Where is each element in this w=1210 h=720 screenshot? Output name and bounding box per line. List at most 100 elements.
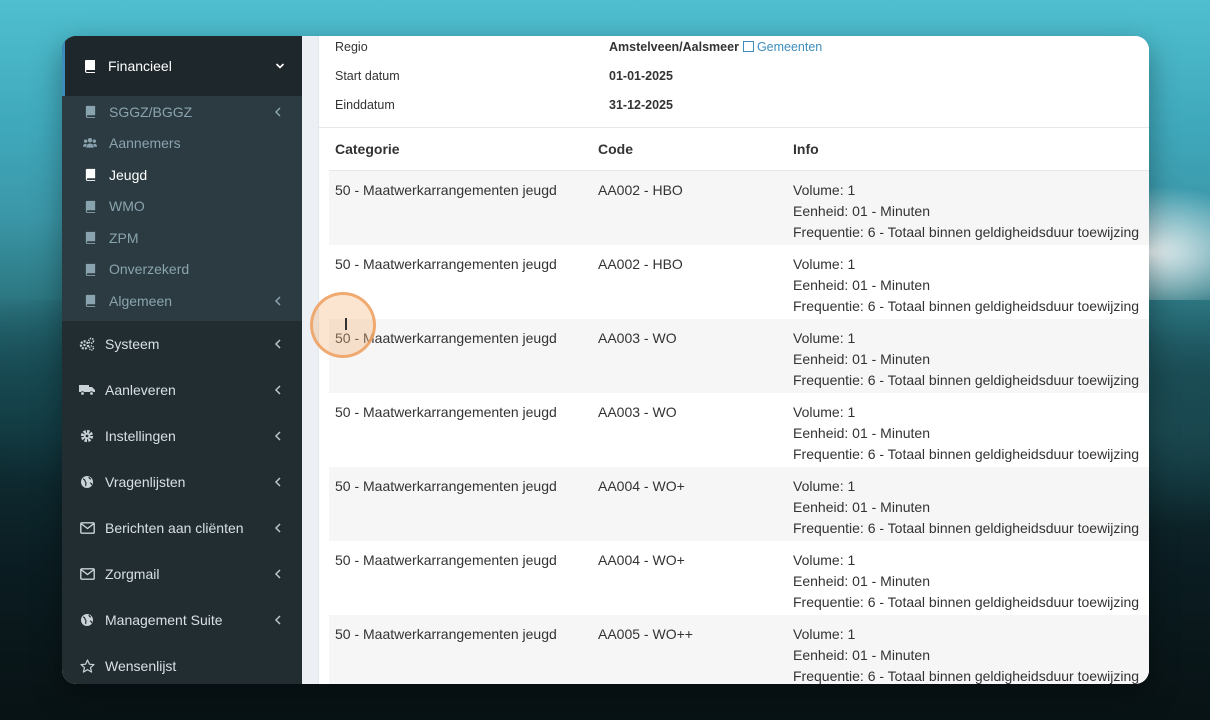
cell-code: AA003 - WO [598, 404, 677, 420]
main-content: Regio Amstelveen/Aalsmeer Gemeenten Star… [302, 36, 1149, 684]
meta-value: 01-01-2025 [609, 68, 673, 83]
cell-info: Volume: 1 Eenheid: 01 - Minuten Frequent… [787, 245, 1149, 319]
info-frequentie: Frequentie: 6 - Totaal binnen geldigheid… [793, 224, 1140, 240]
info-frequentie: Frequentie: 6 - Totaal binnen geldigheid… [793, 446, 1140, 462]
info-eenheid: Eenheid: 01 - Minuten [793, 647, 930, 663]
meta-label: Einddatum [335, 97, 395, 112]
subitem-onverzekerd[interactable]: Onverzekerd [62, 254, 302, 286]
sidebar-item-zorgmail[interactable]: Zorgmail [62, 551, 302, 597]
gemeenten-link[interactable]: Gemeenten [742, 40, 822, 54]
truck-icon [79, 384, 95, 396]
info-frequentie: Frequentie: 6 - Totaal binnen geldigheid… [793, 668, 1140, 684]
submenu-financieel: SGGZ/BGGZ Aannemers Jeugd WMO ZPM Onverz… [62, 96, 302, 321]
chevron-down-icon [275, 61, 285, 71]
book-icon [83, 231, 97, 245]
meta-label: Start datum [335, 68, 400, 83]
cell-info: Volume: 1 Eenheid: 01 - Minuten Frequent… [787, 467, 1149, 541]
chevron-left-icon [274, 296, 282, 306]
chevron-left-icon [274, 614, 282, 625]
cell-code: AA004 - WO+ [598, 552, 685, 568]
subitem-label: WMO [109, 198, 145, 215]
book-icon [83, 294, 97, 308]
table-row: 50 - Maatwerkarrangementen jeugd AA004 -… [329, 541, 1149, 615]
table-row: 50 - Maatwerkarrangementen jeugd AA004 -… [329, 467, 1149, 541]
sidebar-item-label: Berichten aan cliënten [105, 519, 244, 536]
subitem-label: Jeugd [109, 166, 148, 183]
info-volume: Volume: 1 [793, 552, 856, 568]
sidebar-item-label: Zorgmail [105, 565, 160, 582]
products-table: Categorie Code Info 50 - Maatwerkarrange… [329, 128, 1149, 684]
subitem-wmo[interactable]: WMO [62, 191, 302, 223]
subitem-jeugd[interactable]: Jeugd [62, 159, 302, 191]
chevron-left-icon [274, 430, 282, 441]
info-eenheid: Eenheid: 01 - Minuten [793, 277, 930, 293]
app-window: Financieel SGGZ/BGGZ Aannemers Jeugd WMO [62, 36, 1149, 684]
book-icon [83, 263, 97, 276]
globe-icon [79, 475, 95, 489]
subitem-aannemers[interactable]: Aannemers [62, 128, 302, 160]
sidebar-item-label: Aanleveren [105, 381, 176, 398]
cell-categorie: 50 - Maatwerkarrangementen jeugd [335, 552, 557, 568]
info-eenheid: Eenheid: 01 - Minuten [793, 499, 930, 515]
sidebar-item-wensenlijst[interactable]: Wensenlijst [62, 643, 302, 685]
sidebar-item-systeem[interactable]: Systeem [62, 321, 302, 367]
info-eenheid: Eenheid: 01 - Minuten [793, 425, 930, 441]
table-row: 50 - Maatwerkarrangementen jeugd AA002 -… [329, 170, 1149, 245]
subitem-zpm[interactable]: ZPM [62, 222, 302, 254]
cell-info: Volume: 1 Eenheid: 01 - Minuten Frequent… [787, 319, 1149, 393]
info-volume: Volume: 1 [793, 478, 856, 494]
cell-code: AA003 - WO [592, 319, 787, 393]
info-frequentie: Frequentie: 6 - Totaal binnen geldigheid… [793, 372, 1140, 388]
cell-code: AA002 - HBO [592, 170, 787, 245]
sidebar-item-management-suite[interactable]: Management Suite [62, 597, 302, 643]
users-icon [83, 137, 97, 149]
sidebar-section-financieel[interactable]: Financieel [62, 36, 302, 96]
cursor-highlight [310, 292, 376, 358]
info-eenheid: Eenheid: 01 - Minuten [793, 351, 930, 367]
info-eenheid: Eenheid: 01 - Minuten [793, 203, 930, 219]
envelope-icon [79, 567, 95, 580]
globe-icon [79, 613, 95, 627]
table-row: 50 - Maatwerkarrangementen jeugd AA005 -… [329, 615, 1149, 684]
column-header-categorie: Categorie [329, 128, 592, 171]
subitem-label: SGGZ/BGGZ [109, 103, 193, 120]
book-icon [83, 105, 97, 119]
sidebar-item-label: Vragenlijsten [105, 473, 186, 490]
sidebar: Financieel SGGZ/BGGZ Aannemers Jeugd WMO [62, 36, 302, 684]
info-volume: Volume: 1 [793, 330, 856, 346]
info-frequentie: Frequentie: 6 - Totaal binnen geldigheid… [793, 298, 1140, 314]
checkbox-icon [742, 41, 754, 52]
meta-value: Amstelveen/Aalsmeer [609, 39, 739, 54]
cogs-icon [79, 337, 95, 351]
sidebar-item-instellingen[interactable]: Instellingen [62, 413, 302, 459]
table-row: 50 - Maatwerkarrangementen jeugd AA003 -… [329, 319, 1149, 393]
sidebar-item-berichten[interactable]: Berichten aan cliënten [62, 505, 302, 551]
book-icon [82, 59, 98, 73]
subitem-label: Onverzekerd [109, 261, 190, 278]
sidebar-item-label: Wensenlijst [105, 657, 177, 674]
sidebar-item-aanleveren[interactable]: Aanleveren [62, 367, 302, 413]
detail-panel: Regio Amstelveen/Aalsmeer Gemeenten Star… [318, 36, 1149, 684]
chevron-left-icon [274, 568, 282, 579]
cell-info: Volume: 1 Eenheid: 01 - Minuten Frequent… [787, 170, 1149, 245]
meta-label: Regio [335, 39, 368, 54]
table-header: Categorie Code Info [329, 128, 1149, 171]
cell-info: Volume: 1 Eenheid: 01 - Minuten Frequent… [787, 393, 1149, 467]
subitem-sggz-bggz[interactable]: SGGZ/BGGZ [62, 96, 302, 128]
info-frequentie: Frequentie: 6 - Totaal binnen geldigheid… [793, 594, 1140, 610]
cell-info: Volume: 1 Eenheid: 01 - Minuten Frequent… [787, 541, 1149, 615]
gear-icon [79, 429, 95, 443]
table-row: 50 - Maatwerkarrangementen jeugd AA003 -… [329, 393, 1149, 467]
chevron-left-icon [274, 384, 282, 395]
subitem-label: Aannemers [109, 135, 181, 152]
chevron-left-icon [274, 107, 282, 117]
meta-info: Regio Amstelveen/Aalsmeer Gemeenten Star… [319, 36, 1149, 119]
cell-categorie: 50 - Maatwerkarrangementen jeugd [329, 467, 592, 541]
table-row: 50 - Maatwerkarrangementen jeugd AA002 -… [329, 245, 1149, 319]
cell-code: AA005 - WO++ [592, 615, 787, 684]
info-volume: Volume: 1 [793, 182, 856, 198]
column-header-info: Info [787, 128, 1149, 171]
sidebar-item-vragenlijsten[interactable]: Vragenlijsten [62, 459, 302, 505]
chevron-left-icon [274, 338, 282, 349]
subitem-algemeen[interactable]: Algemeen [62, 285, 302, 317]
